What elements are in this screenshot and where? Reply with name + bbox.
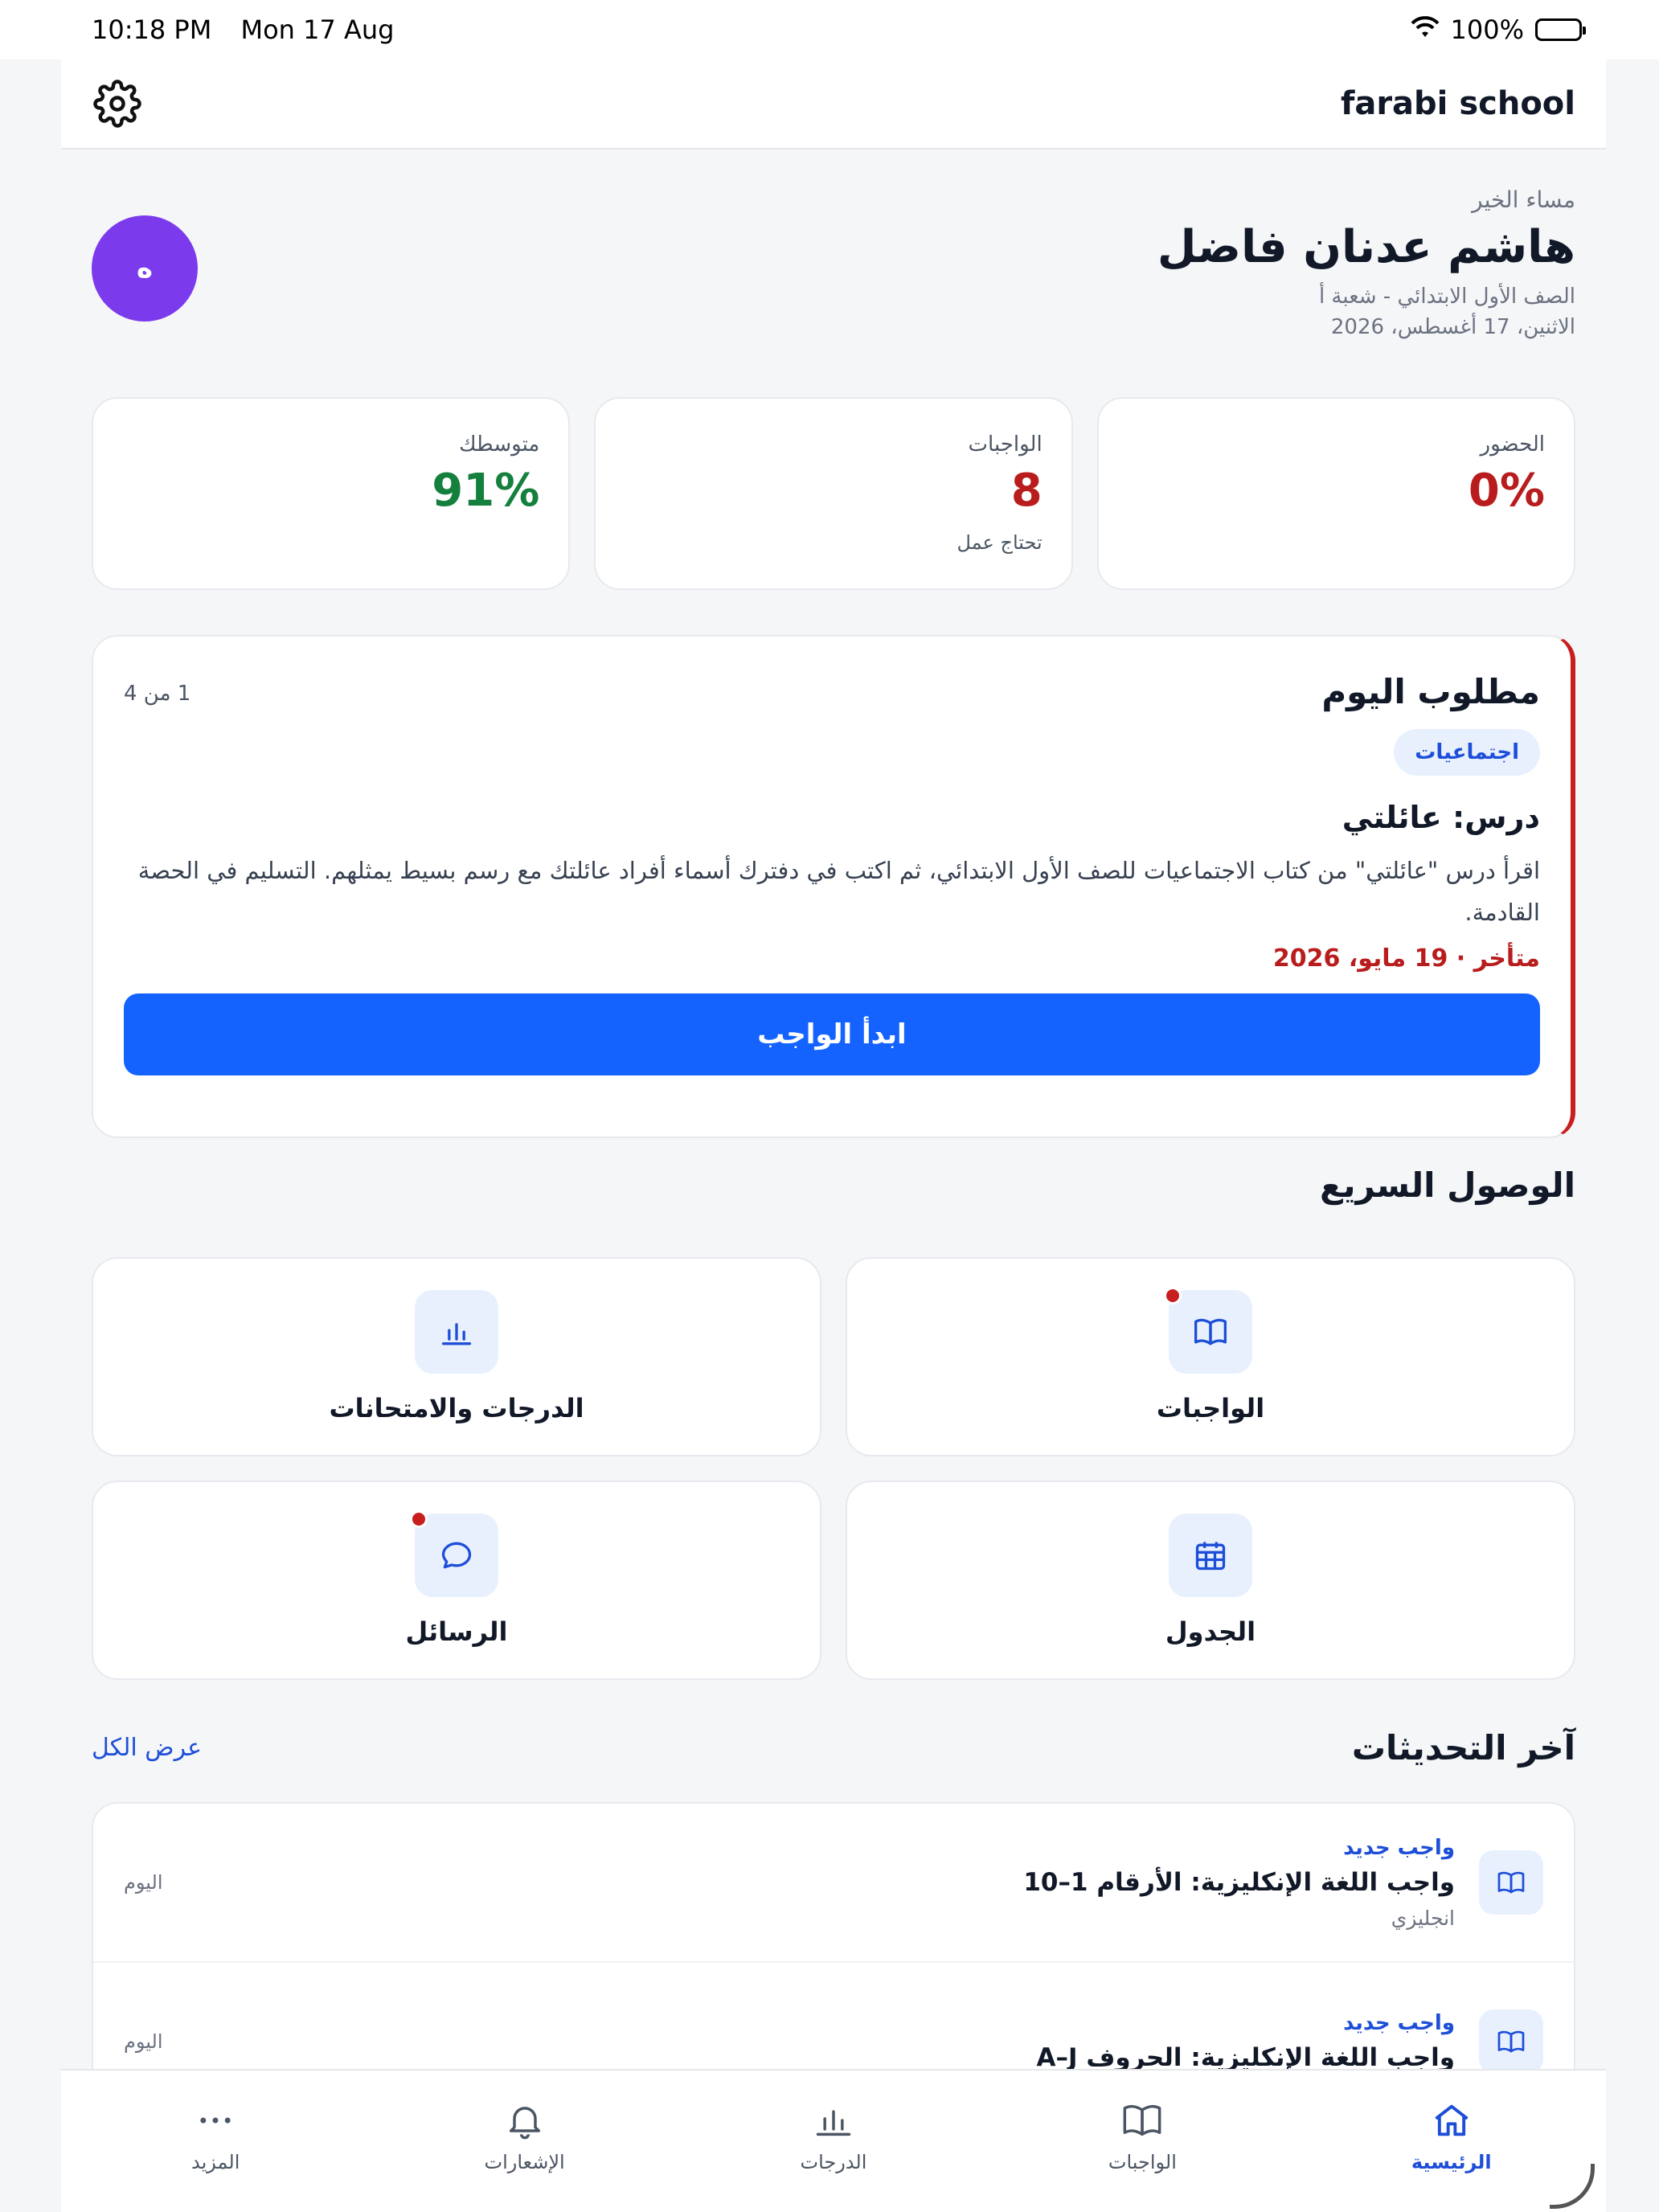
status-bar: 10:18 PM Mon 17 Aug 100% — [0, 0, 1659, 59]
quick-icon-box — [1164, 1287, 1252, 1374]
tab-notifications[interactable]: الإشعارات — [404, 2099, 645, 2173]
today-counter: 1 من 4 — [124, 682, 191, 706]
school-name: farabi school — [1340, 85, 1575, 122]
current-date: الاثنين، 17 أغسطس، 2026 — [1330, 315, 1575, 339]
student-name: هاشم عدنان فاضل — [1157, 221, 1575, 273]
notification-dot — [1164, 1287, 1182, 1305]
greeting-salutation: مساء الخير — [1472, 186, 1575, 213]
update-subject: انجليزي — [1391, 1906, 1455, 1930]
chip-row: اجتماعيات — [124, 711, 1540, 776]
stat-label: متوسطك — [459, 432, 540, 457]
subject-chip: اجتماعيات — [1394, 729, 1540, 776]
update-icon-box — [1479, 1850, 1543, 1915]
tab-label: المزيد — [191, 2151, 240, 2173]
stat-label: الواجبات — [968, 432, 1043, 457]
updates-title: آخر التحديثات — [1351, 1728, 1575, 1768]
quick-messages[interactable]: الرسائل — [92, 1481, 821, 1680]
book-icon — [1194, 1318, 1227, 1346]
update-tag: واجب جديد — [1343, 1835, 1455, 1860]
wifi-icon — [1411, 14, 1440, 45]
tab-home[interactable]: الرئيسية — [1331, 2099, 1572, 2173]
quick-schedule[interactable]: الجدول — [846, 1481, 1575, 1680]
today-title: مطلوب اليوم — [1321, 672, 1540, 711]
book-icon — [1123, 2104, 1161, 2136]
status-time: 10:18 PM — [92, 14, 212, 45]
avatar[interactable]: ه — [92, 215, 198, 322]
quick-access-grid: الواجبات الدرجات والامتحانات الجدول الرس… — [92, 1257, 1575, 1680]
notification-dot — [410, 1510, 428, 1528]
battery-percent: 100% — [1450, 14, 1524, 45]
update-title: واجب اللغة الإنكليزية: الحروف A–J — [1036, 2043, 1455, 2072]
stat-homework[interactable]: الواجبات 8 تحتاج عمل — [594, 397, 1073, 590]
quick-access-title: الوصول السريع — [1320, 1165, 1575, 1205]
update-title: واجب اللغة الإنكليزية: الأرقام 1–10 — [1023, 1867, 1455, 1897]
tab-label: الإشعارات — [484, 2151, 565, 2173]
book-icon — [1497, 2030, 1525, 2053]
update-text: واجب جديد واجب اللغة الإنكليزية: الأرقام… — [162, 1836, 1455, 1930]
stat-value: 8 — [1010, 465, 1043, 517]
lesson-description: اقرأ درس "عائلتي" من كتاب الاجتماعيات لل… — [137, 857, 1540, 927]
stat-value: 91% — [432, 465, 540, 517]
quick-homework[interactable]: الواجبات — [846, 1257, 1575, 1456]
bar-chart-icon — [441, 1323, 472, 1346]
view-all-link[interactable]: عرض الكل — [92, 1734, 202, 1762]
stats-row: الحضور 0% الواجبات 8 تحتاج عمل متوسطك 91… — [92, 397, 1575, 590]
student-class: الصف الأول الابتدائي - شعبة أ — [1318, 285, 1575, 309]
bell-icon — [509, 2107, 540, 2140]
update-text: واجب جديد واجب اللغة الإنكليزية: الحروف … — [162, 2011, 1455, 2072]
quick-label: الجدول — [1165, 1616, 1256, 1647]
today-card: مطلوب اليوم 1 من 4 اجتماعيات درس: عائلتي… — [92, 635, 1575, 1138]
calendar-icon — [1195, 1542, 1226, 1571]
stat-value: 0% — [1468, 465, 1545, 517]
update-tag: واجب جديد — [1343, 2011, 1455, 2035]
quick-icon-box — [410, 1510, 498, 1597]
list-item[interactable]: واجب جديد واجب اللغة الإنكليزية: الأرقام… — [93, 1804, 1574, 1963]
more-icon — [200, 2117, 231, 2124]
battery-icon — [1535, 18, 1586, 41]
quick-label: الرسائل — [405, 1616, 508, 1647]
tab-homework[interactable]: الواجبات — [1022, 2099, 1263, 2173]
tab-label: الدرجات — [800, 2151, 867, 2173]
stat-attendance[interactable]: الحضور 0% — [1096, 397, 1575, 590]
app-frame: farabi school ه مساء الخير هاشم عدنان فا… — [61, 59, 1606, 2153]
update-time: اليوم — [124, 1871, 163, 1894]
chat-icon — [441, 1542, 472, 1569]
settings-button[interactable] — [92, 78, 143, 129]
quick-grades[interactable]: الدرجات والامتحانات — [92, 1257, 821, 1456]
tab-grades[interactable]: الدرجات — [713, 2099, 954, 2173]
today-header: مطلوب اليوم 1 من 4 — [124, 672, 1540, 711]
updates-header: عرض الكل آخر التحديثات — [92, 1728, 1575, 1768]
tab-label: الواجبات — [1108, 2151, 1177, 2173]
bar-chart-icon — [816, 2110, 851, 2136]
tab-more[interactable]: المزيد — [95, 2099, 336, 2173]
status-right: 100% — [1411, 14, 1586, 45]
gear-icon — [93, 80, 141, 128]
stat-label: الحضور — [1480, 432, 1545, 457]
status-left: 10:18 PM Mon 17 Aug — [92, 14, 415, 45]
quick-icon-box — [415, 1290, 498, 1374]
stat-average[interactable]: متوسطك 91% — [92, 397, 571, 590]
stat-note: تحتاج عمل — [956, 531, 1043, 554]
tab-label: الرئيسية — [1411, 2151, 1492, 2173]
status-date: Mon 17 Aug — [240, 14, 395, 45]
greeting-block: مساء الخير هاشم عدنان فاضل الصف الأول ال… — [450, 186, 1575, 339]
update-time: اليوم — [124, 2030, 163, 2053]
book-icon — [1497, 1871, 1525, 1894]
quick-label: الواجبات — [1156, 1393, 1265, 1423]
top-bar: farabi school — [61, 59, 1606, 150]
due-date: متأخر · 19 مايو، 2026 — [1272, 944, 1540, 973]
home-icon — [1435, 2104, 1469, 2136]
tab-bar: الرئيسية الواجبات الدرجات الإشعارات المز… — [61, 2069, 1606, 2212]
lesson-title: درس: عائلتي — [1342, 800, 1540, 835]
start-homework-button[interactable]: ابدأ الواجب — [124, 993, 1540, 1076]
quick-icon-box — [1169, 1514, 1252, 1597]
quick-label: الدرجات والامتحانات — [329, 1393, 584, 1423]
update-icon-box — [1479, 2009, 1543, 2074]
